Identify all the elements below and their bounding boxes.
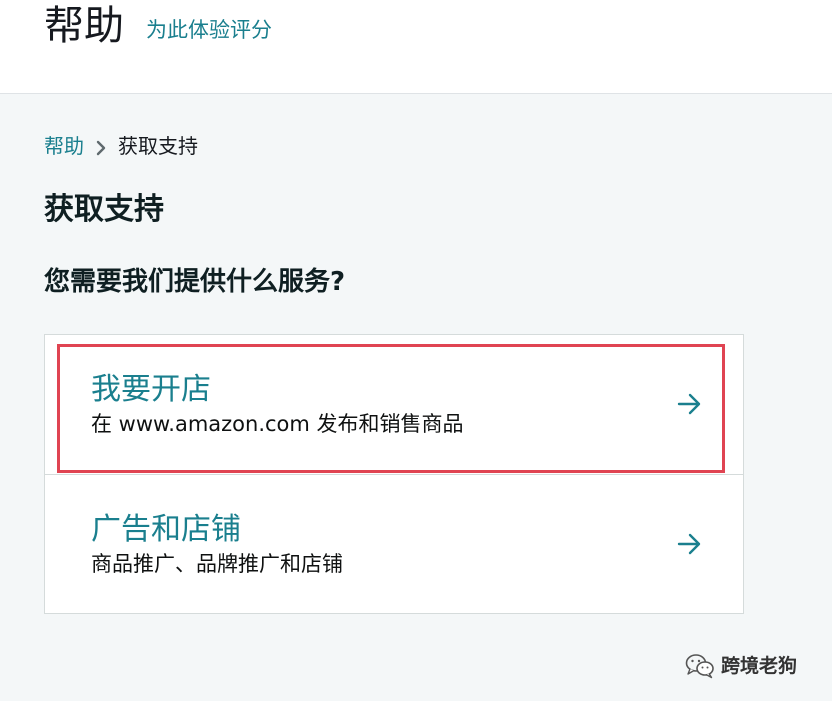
watermark-text: 跨境老狗 (721, 655, 798, 677)
chevron-right-icon (84, 132, 118, 160)
service-question: 您需要我们提供什么服务? (44, 267, 346, 297)
main-content: 帮助 获取支持 获取支持 您需要我们提供什么服务? 我要开店 在 www.ama… (0, 94, 832, 701)
page-header: 帮助 为此体验评分 (0, 0, 832, 94)
arrow-right-icon (677, 533, 701, 555)
breadcrumb: 帮助 获取支持 (44, 132, 198, 160)
option-description: 商品推广、品牌推广和店铺 (91, 552, 343, 576)
breadcrumb-current: 获取支持 (118, 134, 198, 158)
header-title: 帮助 (44, 3, 124, 49)
option-description: 在 www.amazon.com 发布和销售商品 (91, 412, 464, 436)
breadcrumb-home-link[interactable]: 帮助 (44, 132, 84, 160)
arrow-right-icon (677, 393, 701, 415)
watermark: 跨境老狗 (685, 651, 797, 681)
option-title: 我要开店 (91, 372, 211, 407)
option-title: 广告和店铺 (91, 512, 241, 547)
page-title: 获取支持 (44, 192, 164, 227)
options-list: 我要开店 在 www.amazon.com 发布和销售商品 广告和店铺 商品推广… (44, 334, 744, 614)
wechat-icon (685, 654, 714, 679)
rate-experience-link[interactable]: 为此体验评分 (146, 16, 272, 44)
option-ads-and-stores[interactable]: 广告和店铺 商品推广、品牌推广和店铺 (45, 474, 743, 614)
option-open-store[interactable]: 我要开店 在 www.amazon.com 发布和销售商品 (45, 335, 743, 474)
